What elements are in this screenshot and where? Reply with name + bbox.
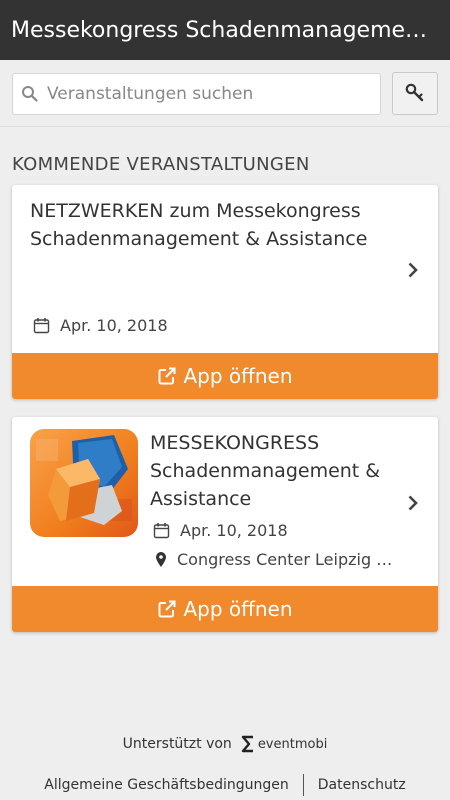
event-date-row: Apr. 10, 2018 <box>33 316 168 335</box>
search-box[interactable] <box>12 73 381 115</box>
search-bar <box>0 60 450 127</box>
external-link-icon <box>157 599 177 619</box>
calendar-icon <box>33 317 50 334</box>
event-card[interactable]: NETZWERKEN zum Messekongress Schadenmana… <box>12 185 438 399</box>
map-pin-icon <box>155 551 167 568</box>
terms-link[interactable]: Allgemeine Geschäftsbedingungen <box>44 777 288 793</box>
event-location-row: Congress Center Leipzig M... <box>155 550 405 569</box>
calendar-icon <box>153 522 170 539</box>
open-app-button[interactable]: App öffnen <box>12 353 438 399</box>
page-title: Messekongress Schadenmanagement... <box>11 17 440 43</box>
event-logo <box>30 429 138 537</box>
event-card[interactable]: MESSEKONGRESS Schadenmanagement & Assist… <box>12 417 438 632</box>
chevron-right-icon[interactable] <box>406 260 420 280</box>
event-card-body[interactable]: MESSEKONGRESS Schadenmanagement & Assist… <box>12 417 438 585</box>
eventmobi-logo[interactable]: eventmobi <box>240 735 328 753</box>
login-key-button[interactable] <box>392 72 438 115</box>
search-input[interactable] <box>47 75 380 113</box>
app-header: Messekongress Schadenmanagement... <box>0 0 450 60</box>
privacy-link[interactable]: Datenschutz <box>318 777 406 793</box>
open-app-label: App öffnen <box>183 597 293 621</box>
eventmobi-icon <box>240 735 256 753</box>
chevron-right-icon[interactable] <box>406 493 420 513</box>
powered-by: Unterstützt von eventmobi <box>0 735 450 753</box>
supported-by-text: Unterstützt von <box>122 736 232 752</box>
event-location: Congress Center Leipzig M... <box>177 550 405 569</box>
footer-divider <box>302 774 304 796</box>
footer-links: Allgemeine Geschäftsbedingungen Datensch… <box>0 774 450 796</box>
event-card-body[interactable]: NETZWERKEN zum Messekongress Schadenmana… <box>12 185 438 353</box>
open-app-button[interactable]: App öffnen <box>12 586 438 632</box>
event-date-row: Apr. 10, 2018 <box>153 521 288 540</box>
open-app-label: App öffnen <box>183 364 293 388</box>
event-title: NETZWERKEN zum Messekongress Schadenmana… <box>30 200 368 250</box>
key-icon <box>404 81 426 107</box>
external-link-icon <box>157 366 177 386</box>
section-title: KOMMENDE VERANSTALTUNGEN <box>12 154 310 175</box>
brand-name: eventmobi <box>257 736 328 752</box>
search-icon <box>13 85 47 103</box>
event-date: Apr. 10, 2018 <box>180 521 288 540</box>
event-title: MESSEKONGRESS Schadenmanagement & Assist… <box>150 432 381 510</box>
event-date: Apr. 10, 2018 <box>60 316 168 335</box>
